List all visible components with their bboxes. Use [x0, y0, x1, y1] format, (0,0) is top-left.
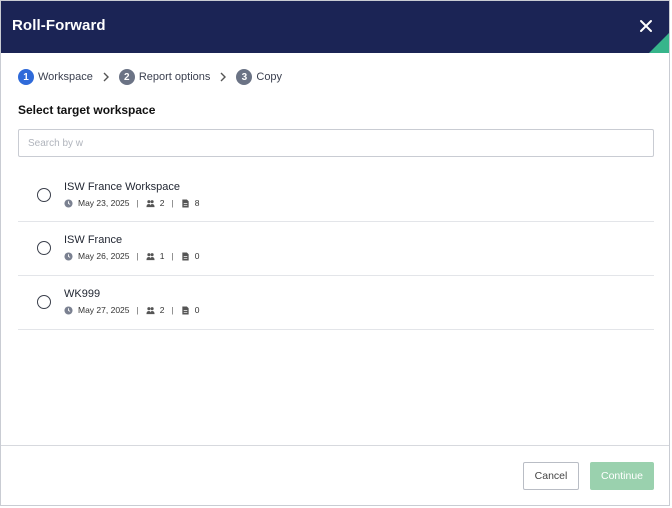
dialog-title: Roll-Forward	[12, 17, 106, 34]
workspace-row[interactable]: ISW France Workspace May 23, 2025 | 2 |	[18, 169, 654, 222]
workspace-document-count: 8	[194, 198, 200, 208]
dialog-header: Roll-Forward	[1, 1, 669, 53]
document-icon	[182, 305, 189, 315]
step-number-2: 2	[118, 69, 135, 85]
workspace-date: May 23, 2025	[78, 198, 130, 208]
workspace-document-count: 0	[194, 305, 200, 315]
workspace-radio[interactable]	[37, 188, 51, 202]
meta-separator: |	[136, 251, 139, 261]
step-copy[interactable]: 3 Copy	[236, 69, 282, 85]
roll-forward-dialog: Roll-Forward 1 Workspace 2 Report option…	[0, 0, 670, 506]
document-icon	[182, 198, 189, 208]
workspace-date: May 27, 2025	[78, 305, 130, 315]
workspace-meta: May 26, 2025 | 1 | 0	[64, 251, 199, 261]
workspace-radio[interactable]	[37, 241, 51, 255]
continue-button[interactable]: Continue	[590, 462, 654, 490]
meta-separator: |	[136, 305, 139, 315]
section-title: Select target workspace	[18, 103, 156, 117]
meta-separator: |	[171, 198, 174, 208]
corner-accent	[649, 33, 669, 53]
workspace-row[interactable]: WK999 May 27, 2025 | 2 | 0	[18, 276, 654, 330]
workspace-user-count: 2	[159, 198, 165, 208]
step-number-3: 3	[236, 69, 253, 85]
meta-separator: |	[171, 305, 174, 315]
step-label-copy: Copy	[256, 71, 283, 83]
step-number-1: 1	[18, 69, 34, 85]
workspace-radio[interactable]	[37, 295, 51, 309]
step-workspace[interactable]: 1 Workspace	[18, 69, 93, 85]
workspace-name: WK999	[64, 288, 101, 300]
footer-divider	[1, 445, 669, 446]
workspace-row[interactable]: ISW France May 26, 2025 | 1 | 0	[18, 222, 654, 276]
step-label-report-options: Report options	[138, 71, 211, 83]
meta-separator: |	[171, 251, 174, 261]
workspace-meta: May 27, 2025 | 2 | 0	[64, 305, 199, 315]
users-icon	[146, 306, 155, 314]
document-icon	[182, 251, 189, 261]
workspace-list: ISW France Workspace May 23, 2025 | 2 |	[18, 169, 654, 330]
step-label-workspace: Workspace	[38, 71, 93, 83]
workspace-name: ISW France Workspace	[64, 181, 180, 193]
chevron-right-icon	[220, 72, 227, 82]
workspace-user-count: 1	[159, 251, 165, 261]
clock-icon	[64, 305, 73, 315]
cancel-button[interactable]: Cancel	[523, 462, 579, 490]
workspace-user-count: 2	[159, 305, 165, 315]
step-report-options[interactable]: 2 Report options	[118, 69, 211, 85]
workspace-document-count: 0	[194, 251, 200, 261]
wizard-stepper: 1 Workspace 2 Report options 3 Copy	[18, 69, 282, 85]
workspace-meta: May 23, 2025 | 2 | 8	[64, 198, 199, 208]
users-icon	[146, 199, 155, 207]
clock-icon	[64, 198, 73, 208]
search-input[interactable]	[18, 129, 654, 157]
users-icon	[146, 252, 155, 260]
clock-icon	[64, 251, 73, 261]
workspace-date: May 26, 2025	[78, 251, 130, 261]
meta-separator: |	[136, 198, 139, 208]
workspace-name: ISW France	[64, 234, 123, 246]
chevron-right-icon	[103, 72, 109, 82]
